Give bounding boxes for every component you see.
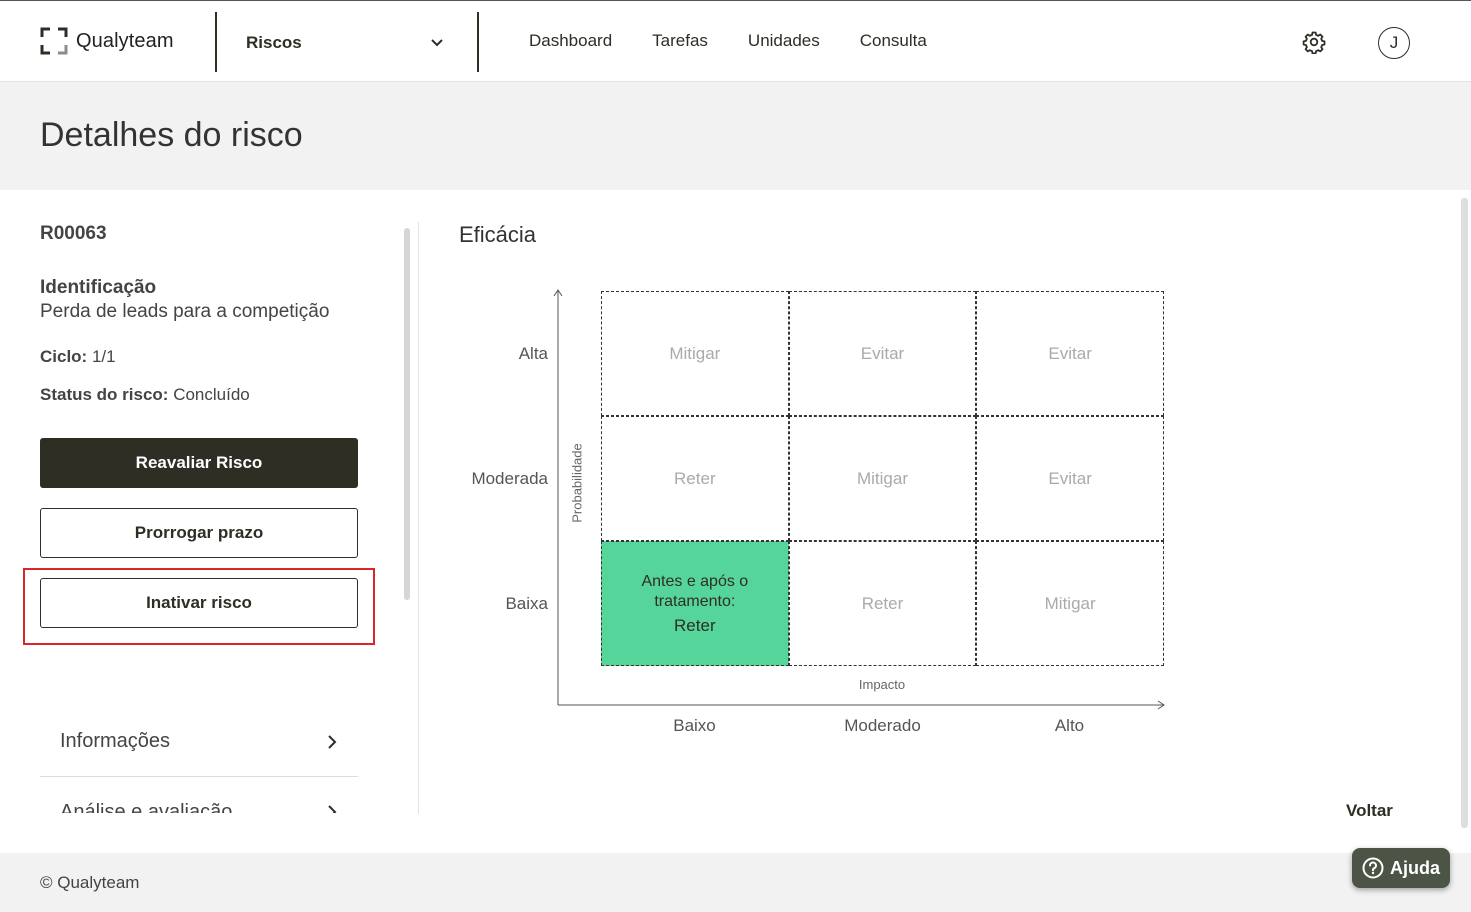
help-button[interactable]: Ajuda bbox=[1352, 848, 1450, 888]
x-label-moderado: Moderado bbox=[844, 716, 921, 735]
logo-icon bbox=[40, 27, 68, 55]
active-cell-title: Antes e após o tratamento: bbox=[641, 572, 749, 610]
status-value: Concluído bbox=[173, 385, 250, 404]
x-label-alto: Alto bbox=[1054, 716, 1085, 735]
back-button[interactable]: Voltar bbox=[1346, 801, 1393, 821]
top-header: Qualyteam Riscos Dashboard Tarefas Unida… bbox=[0, 0, 1471, 82]
accordion-label: Análise e avaliação bbox=[60, 800, 233, 814]
matrix-cell: Mitigar bbox=[788, 416, 977, 541]
footer: © Qualyteam bbox=[0, 853, 1471, 912]
title-band: Detalhes do risco bbox=[0, 82, 1471, 190]
accordion-analise[interactable]: Análise e avaliação bbox=[40, 777, 358, 813]
help-label: Ajuda bbox=[1389, 857, 1440, 878]
identification-label: Identificação bbox=[40, 277, 157, 298]
matrix-cell-active: Antes e após o tratamento: Reter bbox=[601, 541, 789, 666]
cycle-label: Ciclo: bbox=[40, 347, 88, 366]
gear-icon[interactable] bbox=[1302, 30, 1326, 54]
cycle-info: Ciclo: 1/1 bbox=[40, 347, 116, 367]
active-cell-value: Reter bbox=[674, 615, 716, 635]
chevron-right-icon bbox=[328, 805, 337, 813]
matrix-cell: Reter bbox=[788, 541, 977, 666]
accordion-informacoes[interactable]: Informações bbox=[40, 707, 358, 777]
y-label-alta: Alta bbox=[518, 344, 548, 363]
status-info: Status do risco: Concluído bbox=[40, 385, 250, 405]
identification-value: Perda de leads para a competição bbox=[40, 301, 330, 322]
matrix-cell: Mitigar bbox=[976, 541, 1164, 666]
x-label-baixo: Baixo bbox=[673, 716, 716, 735]
help-icon bbox=[1362, 857, 1384, 879]
header-divider bbox=[215, 12, 217, 72]
matrix-cell: Evitar bbox=[788, 291, 977, 416]
status-label: Status do risco: bbox=[40, 385, 169, 404]
reassess-risk-button[interactable]: Reavaliar Risco bbox=[40, 438, 358, 488]
matrix-title: Eficácia bbox=[459, 222, 537, 247]
logo[interactable]: Qualyteam bbox=[40, 27, 174, 55]
matrix-cell: Mitigar bbox=[601, 291, 789, 416]
cycle-value: 1/1 bbox=[91, 347, 116, 366]
module-label: Riscos bbox=[246, 33, 302, 52]
nav-tarefas[interactable]: Tarefas bbox=[652, 31, 708, 51]
logo-text: Qualyteam bbox=[76, 29, 174, 52]
user-avatar[interactable]: J bbox=[1378, 27, 1410, 59]
accordion-label: Informações bbox=[60, 730, 171, 752]
matrix-cell: Reter bbox=[601, 416, 789, 541]
risk-matrix: Mitigar Evitar Evitar Reter Mitigar Evit… bbox=[601, 291, 1164, 666]
extend-deadline-button[interactable]: Prorrogar prazo bbox=[40, 508, 358, 558]
module-selector[interactable]: Riscos bbox=[246, 31, 446, 55]
y-label-baixa: Baixa bbox=[505, 594, 548, 613]
chevron-down-icon bbox=[431, 39, 443, 47]
risk-code: R00063 bbox=[40, 223, 107, 244]
y-label-moderada: Moderada bbox=[471, 469, 548, 488]
nav-unidades[interactable]: Unidades bbox=[748, 31, 820, 51]
chevron-right-icon bbox=[328, 734, 337, 749]
risk-summary-panel: R00063 Identificação Perda de leads para… bbox=[0, 190, 418, 813]
nav-consulta[interactable]: Consulta bbox=[860, 31, 927, 51]
main-scrollbar[interactable] bbox=[1461, 198, 1468, 828]
copyright: © Qualyteam bbox=[40, 873, 140, 892]
deactivate-risk-button[interactable]: Inativar risco bbox=[40, 578, 358, 628]
header-divider bbox=[477, 12, 479, 72]
nav-dashboard[interactable]: Dashboard bbox=[529, 31, 612, 51]
left-scrollbar[interactable] bbox=[404, 228, 410, 600]
panel-divider bbox=[418, 222, 419, 814]
matrix-cell: Evitar bbox=[976, 291, 1164, 416]
main-nav: Dashboard Tarefas Unidades Consulta bbox=[529, 31, 967, 51]
x-axis-title: Impacto bbox=[858, 677, 906, 692]
page-title: Detalhes do risco bbox=[40, 116, 303, 154]
y-axis-title: Probabilidade bbox=[569, 443, 585, 523]
matrix-cell: Evitar bbox=[976, 416, 1164, 541]
